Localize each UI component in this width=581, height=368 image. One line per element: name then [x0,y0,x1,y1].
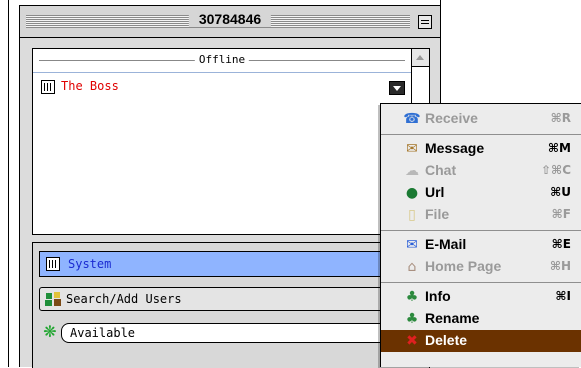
menu-item-rename[interactable]: ♣ Rename [381,308,581,330]
system-icon [46,257,60,271]
contact-name: The Boss [61,79,119,93]
menu-item-chat[interactable]: ☁ Chat ⇧⌘C [381,160,581,182]
menu-item-receive[interactable]: ☎ Receive ⌘R [381,108,581,130]
rename-icon: ♣ [405,311,419,327]
chat-icon: ☁ [405,163,419,179]
status-value: Available [70,326,136,340]
collapse-box-icon[interactable] [418,15,432,29]
search-add-users-label: Search/Add Users [66,292,182,306]
menu-item-shortcut: ⌘E [551,237,571,251]
menu-item-label: Rename [425,310,480,326]
menu-item-shortcut: ⇧⌘C [541,163,571,177]
file-icon: ▯ [408,207,416,223]
menu-item-info[interactable]: ♣ Info ⌘I [381,286,581,308]
menu-item-label: Home Page [425,258,502,274]
contact-row[interactable]: The Boss [33,75,411,99]
menu-separator [381,134,581,135]
menu-separator [381,282,581,283]
contact-list-window: 30784846 Offline The Boss System Search/… [19,5,441,368]
context-menu: ☎ Receive ⌘R ✉ Message ⌘M ☁ Chat ⇧⌘C ● U… [380,103,581,367]
delete-icon: ✖ [406,333,418,349]
menu-item-label: Message [425,140,485,156]
menu-item-email[interactable]: ✉ E-Mail ⌘E [381,234,581,256]
menu-item-label: Receive [425,110,478,126]
menu-item-label: Chat [425,162,457,178]
lower-panel: System Search/Add Users ❋ Available [32,242,430,368]
system-row[interactable]: System [39,251,419,277]
frame-line-left [8,0,9,367]
menu-item-label: File [425,206,450,222]
menu-item-shortcut: ⌘M [547,141,571,155]
title-bar[interactable]: 30784846 [20,6,440,38]
message-icon: ✉ [406,141,418,157]
window-title: 30784846 [188,11,272,27]
status-row: ❋ Available [39,321,419,347]
menu-item-label: Delete [425,332,468,348]
contact-list-panel: Offline The Boss [32,48,430,235]
contact-menu-button[interactable] [389,81,405,95]
group-label: Offline [194,53,250,66]
status-flower-icon: ❋ [43,322,57,341]
search-add-users-button[interactable]: Search/Add Users [39,287,419,311]
scroll-up-arrow-icon[interactable] [412,49,429,67]
menu-separator [381,230,581,231]
contact-status-icon [41,80,55,94]
group-header-offline[interactable]: Offline [33,49,411,73]
receive-icon: ☎ [403,111,421,127]
home-page-icon: ⌂ [407,259,417,275]
info-icon: ♣ [405,289,419,305]
menu-item-file[interactable]: ▯ File ⌘F [381,204,581,226]
menu-item-shortcut: ⌘R [550,111,571,125]
email-icon: ✉ [406,237,418,253]
menu-item-shortcut: ⌘I [555,289,571,303]
menu-item-label: Info [425,288,451,304]
people-icon [44,291,62,307]
url-globe-icon: ● [405,185,419,201]
menu-item-shortcut: ⌘H [549,259,571,273]
menu-item-label: E-Mail [425,236,467,252]
menu-item-shortcut: ⌘U [550,185,571,199]
status-select[interactable]: Available [61,323,419,343]
menu-item-url[interactable]: ● Url ⌘U [381,182,581,204]
system-label: System [68,257,112,271]
menu-item-delete[interactable]: ✖ Delete [381,330,581,352]
menu-item-home-page[interactable]: ⌂ Home Page ⌘H [381,256,581,278]
menu-item-message[interactable]: ✉ Message ⌘M [381,138,581,160]
menu-item-label: Url [425,184,445,200]
menu-item-shortcut: ⌘F [551,207,571,221]
